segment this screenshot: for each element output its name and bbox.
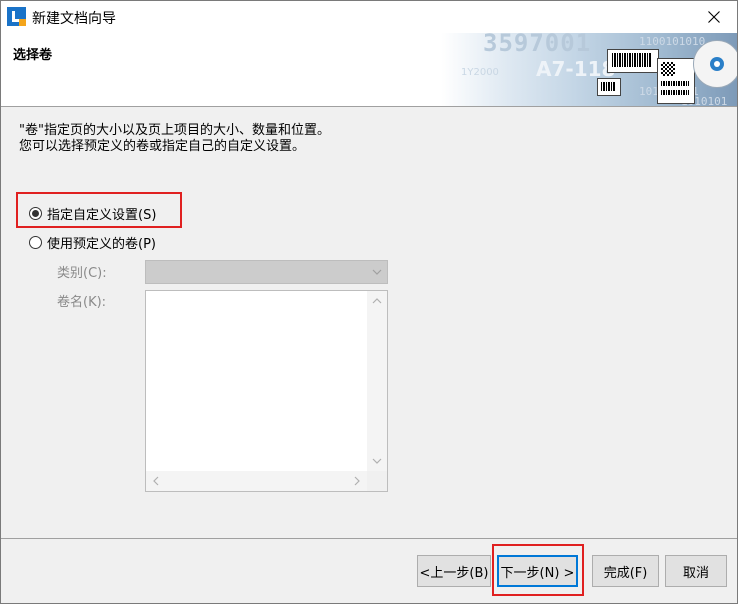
volume-name-list[interactable]: [145, 290, 388, 492]
description-line: "卷"指定页的大小以及页上项目的大小、数量和位置。: [19, 123, 330, 138]
custom-settings-radio[interactable]: [29, 207, 42, 220]
chevron-down-icon: [372, 269, 382, 275]
scrollbar-corner: [367, 471, 387, 491]
small-label-icon: [597, 78, 621, 96]
header-divider: [1, 106, 737, 107]
banner-image: 3597001 1Y2000 A7-118 1100101010 1010 01…: [441, 33, 737, 106]
wizard-header: 选择卷 3597001 1Y2000 A7-118 1100101010 101…: [1, 33, 737, 106]
close-icon: [708, 11, 720, 23]
predefined-volume-option[interactable]: 使用预定义的卷(P): [29, 233, 156, 252]
footer-divider: [1, 538, 737, 539]
page-title: 选择卷: [13, 48, 53, 63]
cancel-button[interactable]: 取消: [665, 555, 727, 587]
horizontal-scrollbar[interactable]: [146, 471, 367, 491]
custom-settings-option[interactable]: 指定自定义设置(S): [29, 204, 156, 223]
scroll-left-icon[interactable]: [151, 476, 161, 486]
banner-small-text: 1Y2000: [461, 67, 499, 78]
close-button[interactable]: [691, 1, 737, 33]
disc-icon: [693, 40, 737, 88]
custom-settings-label: 指定自定义设置(S): [47, 208, 157, 223]
predefined-volume-label: 使用预定义的卷(P): [47, 237, 156, 252]
banner-binary: 1100101010: [639, 35, 706, 48]
category-label: 类别(C):: [57, 266, 107, 281]
next-button[interactable]: 下一步(N) >: [497, 555, 578, 587]
banner-number: 3597001: [483, 33, 592, 57]
category-select[interactable]: [145, 260, 388, 284]
description-line: 您可以选择预定义的卷或指定自己的自定义设置。: [19, 139, 306, 154]
qr-label-icon: [657, 58, 695, 104]
scroll-down-icon[interactable]: [372, 456, 382, 466]
app-icon: [7, 7, 26, 26]
finish-button[interactable]: 完成(F): [592, 555, 659, 587]
scroll-up-icon[interactable]: [372, 296, 382, 306]
description: "卷"指定页的大小以及页上项目的大小、数量和位置。 您可以选择预定义的卷或指定自…: [19, 123, 330, 155]
back-button[interactable]: <上一步(B): [417, 555, 491, 587]
title-bar[interactable]: 新建文档向导: [1, 1, 737, 33]
vertical-scrollbar[interactable]: [367, 291, 387, 471]
predefined-volume-radio[interactable]: [29, 236, 42, 249]
volume-name-label: 卷名(K):: [57, 295, 107, 310]
scroll-right-icon[interactable]: [352, 476, 362, 486]
wizard-window: 新建文档向导 选择卷 3597001 1Y2000 A7-118 1100101…: [0, 0, 738, 604]
window-title: 新建文档向导: [32, 11, 116, 27]
barcode-label-icon: [607, 49, 659, 73]
